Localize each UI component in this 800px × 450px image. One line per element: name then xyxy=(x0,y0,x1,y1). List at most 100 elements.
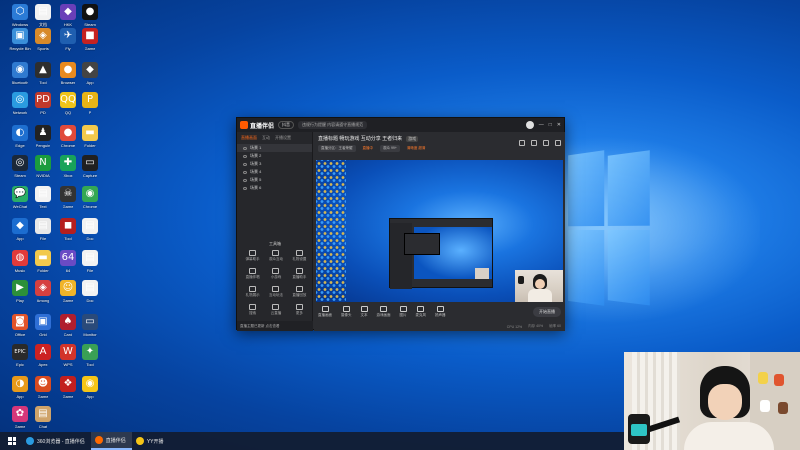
ctrl-1[interactable]: 直播画面 xyxy=(318,306,332,318)
ctrl-6[interactable]: 麦克风 xyxy=(416,306,427,318)
desktop-icon-51[interactable]: ❖ Game xyxy=(56,376,80,399)
desktop-icon-16[interactable]: PP xyxy=(78,92,102,115)
desktop-icon-24[interactable]: ▭ Capture xyxy=(78,155,102,178)
desktop-icon-52[interactable]: ◉ App xyxy=(78,376,102,399)
desktop-icon-5[interactable]: ▣ Recycle Bin xyxy=(8,28,32,51)
eye-icon[interactable] xyxy=(243,179,247,182)
ctrl-4[interactable]: 游戏画面 xyxy=(377,306,391,318)
start-button[interactable] xyxy=(2,432,22,450)
more-icon[interactable] xyxy=(555,140,561,146)
desktop-icon-6[interactable]: ◈ Sports xyxy=(31,28,55,51)
tool-6[interactable]: 直播助手 xyxy=(288,268,311,280)
tool-4[interactable]: 直播伴唱 xyxy=(241,268,264,280)
desktop-icon-39[interactable]: ☺ Game xyxy=(56,280,80,303)
desktop-icon-7[interactable]: ✈ Fly xyxy=(56,28,80,51)
desktop-icon-17[interactable]: ◐ Edge xyxy=(8,125,32,148)
desktop-icon-26[interactable]: ▤ Text xyxy=(31,186,55,209)
desktop-icon-25[interactable]: 💬 WeChat xyxy=(8,186,32,209)
desktop-icon-22[interactable]: N NVIDIA xyxy=(31,155,55,178)
desktop-icon-36[interactable]: ▤ File xyxy=(78,250,102,273)
stream-subtag[interactable]: 观众 99+ xyxy=(380,145,400,152)
ctrl-3[interactable]: 文本 xyxy=(361,306,368,318)
taskbar-item-app[interactable]: 直播伴侣 xyxy=(91,432,132,450)
stream-preview[interactable] xyxy=(316,160,563,302)
desktop-icon-44[interactable]: ▭ Monitor xyxy=(78,314,102,337)
tool-9[interactable]: 直播回放 xyxy=(288,286,311,298)
desktop-icon-28[interactable]: ◉ Chrome xyxy=(78,186,102,209)
taskbar-item-other[interactable]: YY开播 xyxy=(132,432,170,450)
share-icon[interactable] xyxy=(519,140,525,146)
desktop-icon-30[interactable]: ▤ File xyxy=(31,218,55,241)
desktop-icon-13[interactable]: ◎ Network xyxy=(8,92,32,115)
desktop-icon-10[interactable]: ▲ Tool xyxy=(31,62,55,85)
desktop-icon-15[interactable]: QQ QQ xyxy=(56,92,80,115)
stream-subtag[interactable]: 直播分区：王者荣耀 xyxy=(318,145,356,152)
desktop-icon-33[interactable]: ◍ Music xyxy=(8,250,32,273)
desktop-icon-54[interactable]: ▤ Chat xyxy=(31,406,55,429)
eye-icon[interactable] xyxy=(243,155,247,158)
desktop-icon-21[interactable]: ◎ Steam xyxy=(8,155,32,178)
tab-scene[interactable]: 直播画面 xyxy=(241,135,257,141)
layout-icon[interactable] xyxy=(543,140,549,146)
desktop-icon-43[interactable]: ♠ Card xyxy=(56,314,80,337)
left-status[interactable]: 直播主题已更新 点击查看 xyxy=(237,321,313,331)
minimize-button[interactable]: — xyxy=(539,122,544,128)
stream-subtag[interactable]: 直播中 xyxy=(360,145,377,152)
desktop-icon-2[interactable]: ▤ 文档 xyxy=(31,4,55,28)
desktop-icon-37[interactable]: ▶ Play xyxy=(8,280,32,303)
taskbar-item-browser[interactable]: 360浏览器 - 直播伴侣 xyxy=(22,432,91,450)
ctrl-7[interactable]: 扬声器 xyxy=(435,306,446,318)
desktop-icon-34[interactable]: ▬ Folder xyxy=(31,250,55,273)
scene-item[interactable]: 场景 5 xyxy=(237,176,312,184)
stream-tag[interactable]: 游戏 xyxy=(406,136,418,142)
desktop-icon-50[interactable]: ☻ Game xyxy=(31,376,55,399)
stream-title[interactable]: 直播标题 畅玩游戏 互动分享 王者归来 xyxy=(318,135,402,142)
desktop-icon-49[interactable]: ◑ App xyxy=(8,376,32,399)
tool-1[interactable]: 弹幕助手 xyxy=(241,250,264,262)
ctrl-2[interactable]: 摄像头 xyxy=(341,306,352,318)
desktop-icon-23[interactable]: ✚ Xbox xyxy=(56,155,80,178)
desktop-icon-3[interactable]: ◆ HKK xyxy=(56,4,80,27)
settings-icon[interactable] xyxy=(531,140,537,146)
close-button[interactable]: ✕ xyxy=(557,122,561,128)
desktop-icon-20[interactable]: ▬ Folder xyxy=(78,125,102,148)
tab-interact[interactable]: 互动 xyxy=(262,135,270,141)
desktop-icon-29[interactable]: ◆ App xyxy=(8,218,32,241)
desktop-icon-38[interactable]: ◈ Among xyxy=(31,280,55,303)
desktop-icon-46[interactable]: A Apex xyxy=(31,344,55,367)
version-pill[interactable]: 抖音 xyxy=(278,121,294,129)
user-avatar[interactable] xyxy=(526,121,534,129)
scene-item[interactable]: 场景 2 xyxy=(237,152,312,160)
tool-7[interactable]: 礼物展示 xyxy=(241,286,264,298)
desktop-icon-18[interactable]: ♟ Penguin xyxy=(31,125,55,148)
desktop-icon-11[interactable]: ● Browser xyxy=(56,62,80,85)
desktop-icon-32[interactable]: ▤ Doc xyxy=(78,218,102,241)
tab-settings[interactable]: 开播设置 xyxy=(275,135,291,141)
ctrl-5[interactable]: 图片 xyxy=(400,306,407,318)
desktop-icon-8[interactable]: ■ Game xyxy=(78,28,102,51)
desktop-icon-45[interactable]: EPIC Epic xyxy=(8,344,32,367)
desktop-icon-41[interactable]: ◙ Office xyxy=(8,314,32,337)
desktop-icon-48[interactable]: ✦ Tool xyxy=(78,344,102,367)
desktop-icon-4[interactable]: ● Steam xyxy=(78,4,102,27)
desktop-icon-35[interactable]: 64 64 xyxy=(56,250,80,273)
scene-item[interactable]: 场景 4 xyxy=(237,168,312,176)
tool-8[interactable]: 互动玩法 xyxy=(264,286,287,298)
tool-5[interactable]: 小游戏 xyxy=(264,268,287,280)
eye-icon[interactable] xyxy=(243,187,247,190)
desktop-icon-1[interactable]: ⬡ Windows xyxy=(8,4,32,27)
app-titlebar[interactable]: 直播伴侣 抖音 违规行为提醒 内容请遵守直播规范 — □ ✕ xyxy=(237,118,564,132)
live-stream-app-window[interactable]: 直播伴侣 抖音 违规行为提醒 内容请遵守直播规范 — □ ✕ 直播画面 互动 开… xyxy=(236,117,565,330)
tool-12[interactable]: 更多 xyxy=(288,304,311,316)
desktop-icon-12[interactable]: ◆ App xyxy=(78,62,102,85)
eye-icon[interactable] xyxy=(243,171,247,174)
start-live-button[interactable]: 开始直播 xyxy=(533,307,561,317)
desktop-icon-27[interactable]: ☠ Game xyxy=(56,186,80,209)
tool-10[interactable]: 搜索 xyxy=(241,304,264,316)
scene-item[interactable]: 场景 3 xyxy=(237,160,312,168)
notice-banner[interactable]: 违规行为提醒 内容请遵守直播规范 xyxy=(298,121,367,129)
desktop-icon-19[interactable]: ● Chrome xyxy=(56,125,80,148)
eye-icon[interactable] xyxy=(243,163,247,166)
desktop-icon-14[interactable]: PD PD xyxy=(31,92,55,115)
eye-icon[interactable] xyxy=(243,147,247,150)
